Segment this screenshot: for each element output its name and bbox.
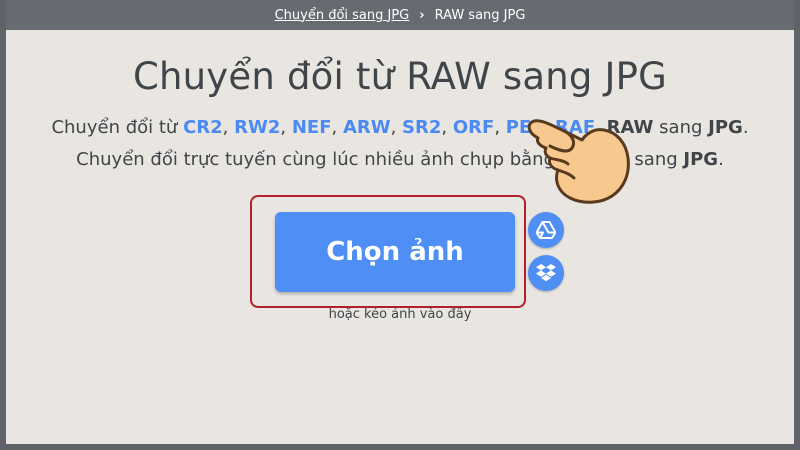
- breadcrumb: Chuyển đổi sang JPG › RAW sang JPG: [6, 0, 794, 30]
- subtitle-end: .: [742, 117, 749, 138]
- dropbox-button[interactable]: [528, 255, 564, 291]
- subtitle-description-target: JPG: [683, 149, 719, 170]
- format-link-arw[interactable]: ARW: [343, 117, 391, 138]
- breadcrumb-separator: ›: [419, 7, 425, 23]
- page-frame: Chuyển đổi sang JPG › RAW sang JPG Chuyể…: [6, 0, 794, 444]
- format-link-orf[interactable]: ORF: [453, 117, 494, 138]
- google-drive-icon: [536, 221, 556, 239]
- subtitle-formats: Chuyển đổi từ CR2, RW2, NEF, ARW, SR2, O…: [51, 117, 749, 138]
- dropbox-icon: [536, 264, 556, 282]
- subtitle-description: Chuyển đổi trực tuyến cùng lúc nhiều ảnh…: [6, 149, 794, 170]
- drop-hint: hoặc kéo ảnh vào đây: [328, 307, 472, 322]
- subtitle-description-end: .: [718, 149, 724, 170]
- format-link-cr2[interactable]: CR2: [183, 117, 223, 138]
- breadcrumb-link-convert-to-jpg[interactable]: Chuyển đổi sang JPG: [275, 8, 410, 23]
- format-jpg: JPG: [708, 117, 743, 138]
- pointing-hand-icon: [527, 119, 630, 204]
- select-image-button[interactable]: Chọn ảnh: [275, 212, 515, 292]
- page-title: Chuyển đổi từ RAW sang JPG: [132, 55, 668, 98]
- subtitle-mid: sang: [659, 117, 703, 138]
- format-link-sr2[interactable]: SR2: [402, 117, 441, 138]
- google-drive-button[interactable]: [528, 212, 564, 248]
- format-link-rw2[interactable]: RW2: [234, 117, 280, 138]
- subtitle-prefix: Chuyển đổi từ: [51, 117, 178, 138]
- format-link-nef[interactable]: NEF: [292, 117, 332, 138]
- breadcrumb-current: RAW sang JPG: [434, 7, 526, 23]
